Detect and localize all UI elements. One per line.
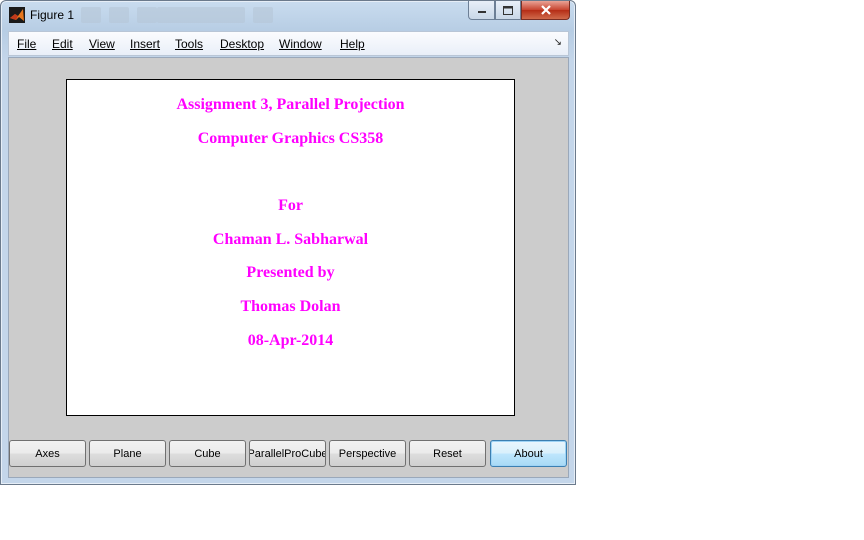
matlab-icon (9, 7, 25, 23)
ghost-toolbar-icon (253, 7, 273, 23)
date-line: 08-Apr-2014 (247, 332, 334, 349)
menu-desktop-label: Desktop (220, 37, 265, 51)
menu-tools[interactable]: Tools (175, 37, 203, 51)
reset-button[interactable]: Reset (409, 440, 486, 467)
figure-window: Figure 1 File Edit View Insert Tools Des… (0, 0, 576, 485)
dock-arrow-icon[interactable]: ↘ (554, 37, 562, 48)
menu-window[interactable]: Window (279, 37, 322, 51)
window-title: Figure 1 (30, 8, 75, 22)
about-button[interactable]: About (490, 440, 567, 467)
course-line: Computer Graphics CS358 (197, 130, 384, 147)
menu-edit-label: Edit (52, 37, 73, 51)
menu-tools-label: Tools (175, 37, 204, 51)
ghost-toolbar-icon (109, 7, 129, 23)
menu-insert[interactable]: Insert (130, 37, 160, 51)
parallel-pro-cube-button[interactable]: ParallelProCube (249, 440, 326, 467)
menu-edit[interactable]: Edit (52, 37, 73, 51)
menu-file-label: File (17, 37, 37, 51)
ghost-toolbar-field (157, 7, 245, 23)
menu-desktop[interactable]: Desktop (220, 37, 264, 51)
menu-view-label: View (89, 37, 115, 51)
ghost-toolbar-icon (81, 7, 101, 23)
title-line: Assignment 3, Parallel Projection (176, 96, 405, 113)
maximize-button[interactable] (495, 1, 521, 20)
title-bar[interactable]: Figure 1 (1, 1, 575, 29)
plane-button[interactable]: Plane (89, 440, 166, 467)
presented-by-line: Presented by (246, 264, 335, 281)
axes-button[interactable]: Axes (9, 440, 86, 467)
maximize-icon (503, 5, 513, 15)
axes-panel: Assignment 3, Parallel Projection Comput… (66, 79, 515, 416)
figure-client-area: Assignment 3, Parallel Projection Comput… (8, 57, 569, 478)
close-button[interactable] (521, 1, 570, 20)
perspective-button[interactable]: Perspective (329, 440, 406, 467)
menu-file[interactable]: File (17, 37, 36, 51)
minimize-icon (477, 11, 486, 13)
cube-button[interactable]: Cube (169, 440, 246, 467)
menu-bar: File Edit View Insert Tools Desktop Wind… (8, 31, 569, 56)
author-line: Thomas Dolan (240, 298, 341, 315)
for-line: For (278, 197, 303, 214)
ghost-toolbar-icon (137, 7, 157, 23)
menu-help[interactable]: Help (340, 37, 365, 51)
menu-view[interactable]: View (89, 37, 115, 51)
menu-window-label: Window (279, 37, 322, 51)
instructor-line: Chaman L. Sabharwal (212, 231, 369, 248)
menu-help-label: Help (340, 37, 365, 51)
close-icon (540, 5, 551, 15)
menu-insert-label: Insert (130, 37, 161, 51)
minimize-button[interactable] (468, 1, 495, 20)
